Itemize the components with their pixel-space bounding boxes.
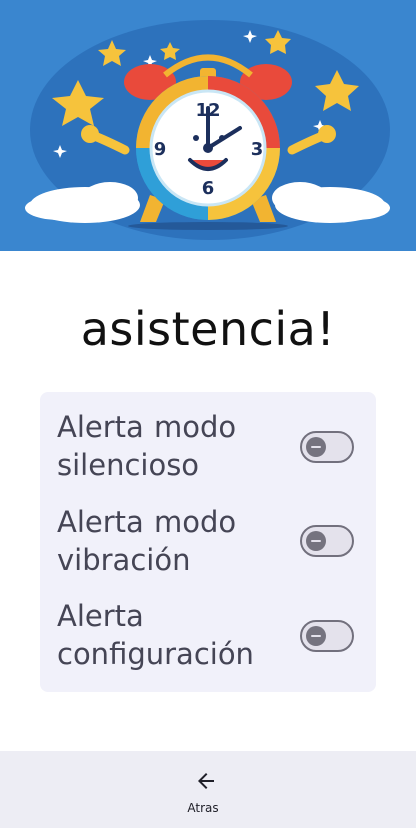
clock-number-6: 6	[202, 178, 215, 199]
setting-row-configuration: Alerta configuración	[40, 581, 376, 675]
toggle-off-knob-icon	[306, 437, 326, 457]
back-button[interactable]: Atras	[168, 751, 248, 828]
header-illustration: 12 3 6 9	[0, 0, 416, 251]
setting-row-silent-mode: Alerta modo silencioso	[40, 392, 376, 486]
app-screen: 12 3 6 9 asistencia! Alerta modo silenci…	[0, 0, 416, 828]
setting-label-configuration: Alerta configuración	[57, 599, 254, 671]
silent-mode-toggle[interactable]	[300, 431, 354, 463]
page-title: asistencia!	[80, 302, 336, 356]
back-button-label: Atras	[187, 801, 219, 815]
alerts-settings-card: Alerta modo silencioso Alerta modo vibra…	[40, 392, 376, 692]
setting-label-vibration-mode: Alerta modo vibración	[57, 505, 237, 577]
clock-number-3: 3	[251, 139, 264, 160]
bottom-navigation-bar: Atras	[0, 751, 416, 828]
arrow-left-icon	[198, 773, 214, 789]
alarm-clock-illustration: 12 3 6 9	[0, 0, 416, 251]
clock-number-9: 9	[154, 139, 167, 160]
setting-label-silent-mode: Alerta modo silencioso	[57, 410, 237, 482]
configuration-toggle[interactable]	[300, 620, 354, 652]
toggle-off-knob-icon	[306, 626, 326, 646]
vibration-mode-toggle[interactable]	[300, 525, 354, 557]
setting-row-vibration-mode: Alerta modo vibración	[40, 487, 376, 581]
toggle-off-knob-icon	[306, 531, 326, 551]
